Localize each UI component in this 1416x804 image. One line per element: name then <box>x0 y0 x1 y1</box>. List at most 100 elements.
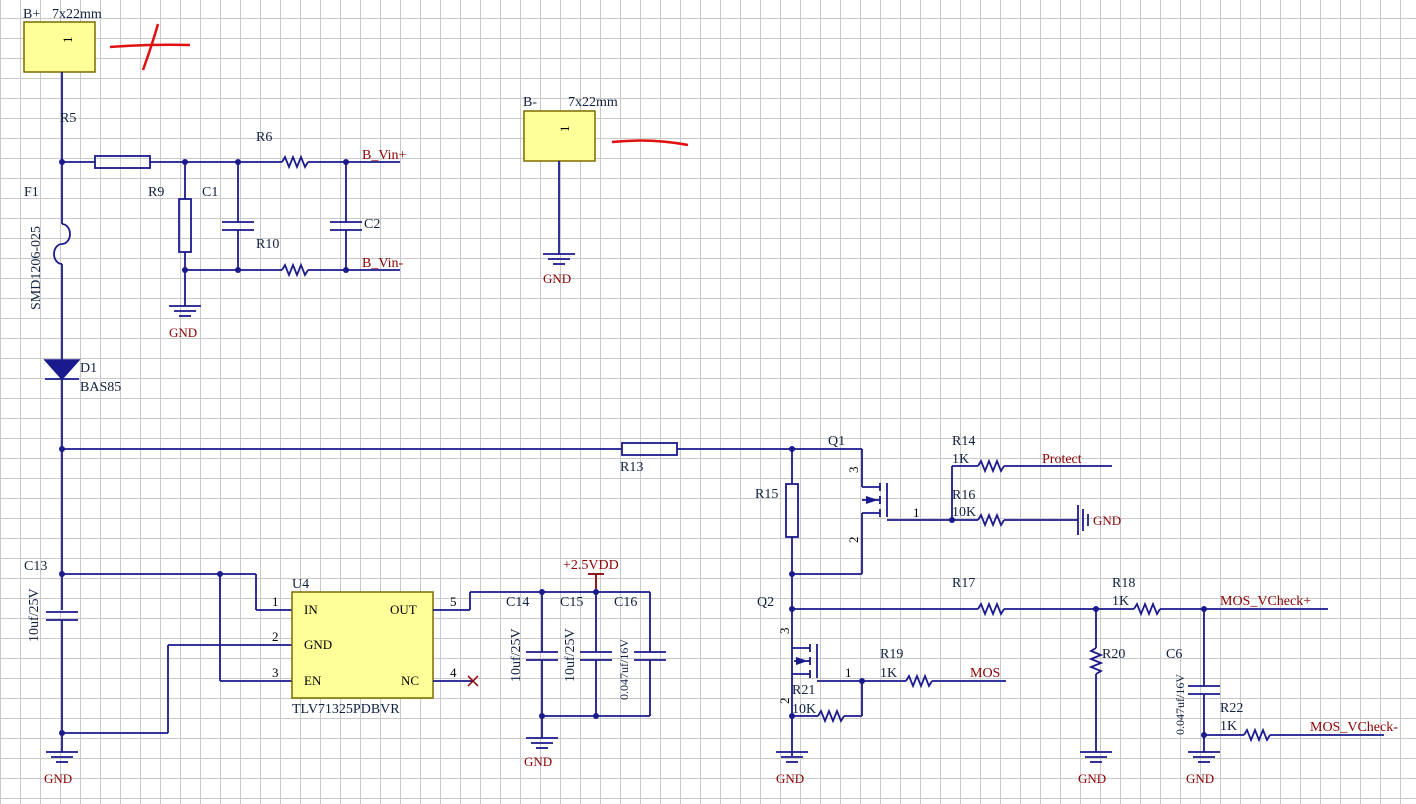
r5-ref: R5 <box>60 111 76 126</box>
q1-ref: Q1 <box>828 434 845 449</box>
gnd-symbol-c6 <box>1188 751 1220 763</box>
capacitor-c1[interactable] <box>222 221 254 231</box>
net-mos: MOS <box>970 666 1000 681</box>
capacitor-c15[interactable] <box>580 592 612 716</box>
r19-value: 1K <box>880 666 897 681</box>
r22-ref: R22 <box>1220 701 1243 716</box>
pad-bplus-size: 7x22mm <box>52 7 102 22</box>
mosfet-q1[interactable] <box>862 483 888 517</box>
resistor-r20[interactable] <box>1088 647 1104 675</box>
plus-mark <box>109 23 191 71</box>
resistor-r10[interactable] <box>281 262 309 278</box>
c16-value: 0.047uf/16V <box>617 639 631 700</box>
c13-ref: C13 <box>24 559 47 574</box>
resistor-r6[interactable] <box>281 154 309 170</box>
resistor-r21[interactable] <box>817 708 845 724</box>
net-protect: Protect <box>1042 452 1082 467</box>
r9-ref: R9 <box>148 185 164 200</box>
net-vdd: +2.5VDD <box>563 558 619 573</box>
r16-value: 10K <box>952 505 976 520</box>
gnd-symbol-c13 <box>46 751 78 763</box>
u4-pin-out: OUT <box>390 602 417 617</box>
gnd-label-r9: GND <box>169 325 197 340</box>
resistor-r15[interactable] <box>785 483 799 538</box>
pad-bplus[interactable]: 1 <box>23 21 96 73</box>
resistor-r22[interactable] <box>1243 727 1271 743</box>
q1-pin-d: 3 <box>846 467 861 474</box>
u4-pin-en: EN <box>304 673 322 688</box>
c14-ref: C14 <box>506 595 529 610</box>
r14-value: 1K <box>952 452 969 467</box>
r14-ref: R14 <box>952 434 975 449</box>
gnd-label-bminus: GND <box>543 271 571 286</box>
resistor-r9[interactable] <box>178 198 192 253</box>
mosfet-q2[interactable] <box>792 644 818 678</box>
r17-ref: R17 <box>952 576 975 591</box>
resistor-r13[interactable] <box>621 442 678 456</box>
junctions-top <box>59 159 349 273</box>
pad-bplus-pin: 1 <box>60 37 75 44</box>
u4-pin-num-1: 1 <box>272 594 279 609</box>
q1-pin-g: 1 <box>913 505 920 520</box>
c15-value: 10uf/25V <box>563 628 578 682</box>
q1-pin-s: 2 <box>846 537 861 544</box>
c16-ref: C16 <box>614 595 637 610</box>
u4-pin-num-2: 2 <box>272 629 279 644</box>
resistor-r14[interactable] <box>977 458 1005 474</box>
u4-pin-nc: NC <box>401 673 419 688</box>
capacitor-c14[interactable] <box>526 592 558 716</box>
r22-value: 1K <box>1220 719 1237 734</box>
c2-ref: C2 <box>364 217 380 232</box>
fuse-f1[interactable] <box>53 223 71 265</box>
r16-ref: R16 <box>952 488 975 503</box>
q2-pin-g: 1 <box>845 665 852 680</box>
u4-part: TLV71325PDBVR <box>292 702 400 717</box>
u4-pin-in: IN <box>304 602 318 617</box>
gnd-label-ldo: GND <box>524 754 552 769</box>
f1-ref: F1 <box>24 185 39 200</box>
u4-pin-num-3: 3 <box>272 665 279 680</box>
r21-value: 10K <box>792 702 816 717</box>
r20-ref: R20 <box>1102 647 1125 662</box>
diode-d1[interactable] <box>43 359 81 381</box>
r10-ref: R10 <box>256 237 279 252</box>
c15-ref: C15 <box>560 595 583 610</box>
capacitor-c6[interactable] <box>1188 685 1220 695</box>
r15-ref: R15 <box>755 487 778 502</box>
gnd-label-r16: GND <box>1093 513 1121 528</box>
net-b-vin-minus: B_Vin- <box>362 256 403 271</box>
u4-pin-gnd: GND <box>304 637 332 652</box>
gnd-label-c13: GND <box>44 771 72 786</box>
gnd-symbol-ldo <box>526 737 558 749</box>
r19-ref: R19 <box>880 647 903 662</box>
resistor-r5[interactable] <box>94 155 151 169</box>
c6-value: 0.047uf/16V <box>1173 674 1187 735</box>
pad-bminus[interactable]: 1 <box>523 110 596 162</box>
gnd-symbol-r16 <box>1077 505 1089 535</box>
schematic-canvas: 1 B+ 7x22mm 1 B- 7x22mm GND R5 F1 SMD120… <box>23 7 1398 786</box>
d1-ref: D1 <box>80 361 97 376</box>
q2-pin-s: 2 <box>777 698 792 705</box>
resistor-r17[interactable] <box>977 601 1005 617</box>
u4-pin-num-5: 5 <box>450 594 457 609</box>
net-b-vin-plus: B_Vin+ <box>362 148 406 163</box>
gnd-label-r20: GND <box>1078 771 1106 786</box>
r18-ref: R18 <box>1112 576 1135 591</box>
c13-value: 10uf/25V <box>27 588 42 642</box>
r6-ref: R6 <box>256 130 272 145</box>
resistor-r18[interactable] <box>1133 601 1161 617</box>
c1-ref: C1 <box>202 185 218 200</box>
u4-ref: U4 <box>292 577 309 592</box>
gnd-label-c6: GND <box>1186 771 1214 786</box>
r18-value: 1K <box>1112 594 1129 609</box>
r13-ref: R13 <box>620 460 643 475</box>
resistor-r16[interactable] <box>977 512 1005 528</box>
resistor-r19[interactable] <box>905 673 933 689</box>
minus-mark <box>611 139 689 147</box>
capacitor-c2[interactable] <box>330 221 362 231</box>
capacitor-c16[interactable] <box>634 592 666 716</box>
capacitor-c13[interactable] <box>46 611 78 621</box>
c14-value: 10uf/25V <box>509 628 524 682</box>
f1-value: SMD1206-025 <box>29 226 44 310</box>
r21-ref: R21 <box>792 683 815 698</box>
